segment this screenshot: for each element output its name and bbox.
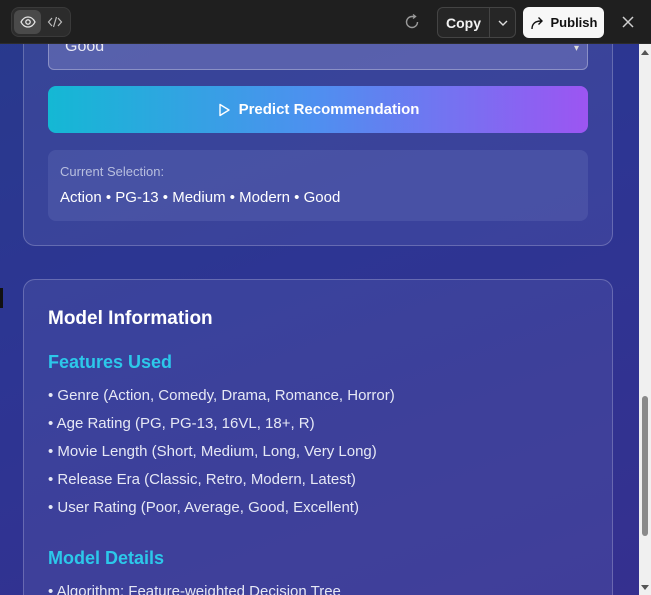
model-information-title: Model Information — [48, 308, 213, 329]
model-details-list: • Algorithm: Feature-weighted Decision T… — [48, 582, 341, 595]
play-icon — [218, 103, 230, 116]
features-list: • Genre (Action, Comedy, Drama, Romance,… — [48, 386, 395, 526]
predict-recommendation-button[interactable]: Predict Recommendation — [48, 86, 588, 133]
preview-button[interactable] — [14, 10, 41, 34]
feature-item: • Movie Length (Short, Medium, Long, Ver… — [48, 443, 377, 460]
publish-label: Publish — [550, 15, 598, 30]
predict-label: Predict Recommendation — [238, 101, 420, 118]
copy-button[interactable]: Copy — [438, 8, 490, 37]
copy-options-button[interactable] — [490, 8, 515, 37]
feature-item: • Release Era (Classic, Retro, Modern, L… — [48, 471, 356, 488]
share-arrow-icon — [530, 16, 543, 29]
vertical-scrollbar[interactable] — [639, 44, 651, 595]
scrollbar-thumb[interactable] — [642, 396, 648, 536]
top-toolbar: Copy Publish — [0, 0, 651, 44]
view-mode-toggle — [11, 7, 71, 37]
feature-item: • Genre (Action, Comedy, Drama, Romance,… — [48, 387, 395, 404]
detail-item: • Algorithm: Feature-weighted Decision T… — [48, 583, 341, 595]
refresh-icon — [405, 13, 419, 29]
eye-icon — [19, 16, 36, 28]
current-selection-value: Action • PG-13 • Medium • Modern • Good — [60, 189, 341, 206]
code-view-button[interactable] — [41, 10, 68, 34]
features-used-heading: Features Used — [48, 352, 173, 372]
feature-item: • User Rating (Poor, Average, Good, Exce… — [48, 499, 359, 516]
current-selection-box: Current Selection: Action • PG-13 • Medi… — [48, 150, 588, 221]
publish-button[interactable]: Publish — [523, 7, 604, 38]
close-icon — [622, 16, 634, 28]
copy-button-group: Copy — [437, 7, 516, 38]
close-button[interactable] — [617, 11, 639, 33]
scroll-up-arrow-icon[interactable] — [641, 48, 649, 56]
side-marker — [0, 288, 3, 308]
feature-item: • Age Rating (PG, PG-13, 16VL, 18+, R) — [48, 415, 315, 432]
select-caret-icon: ▾ — [573, 43, 579, 54]
model-details-heading: Model Details — [48, 548, 165, 568]
scroll-down-arrow-icon[interactable] — [641, 584, 649, 592]
code-icon — [47, 16, 62, 28]
current-selection-label: Current Selection: — [60, 164, 165, 179]
chevron-down-icon — [498, 20, 507, 26]
refresh-button[interactable] — [401, 11, 423, 33]
